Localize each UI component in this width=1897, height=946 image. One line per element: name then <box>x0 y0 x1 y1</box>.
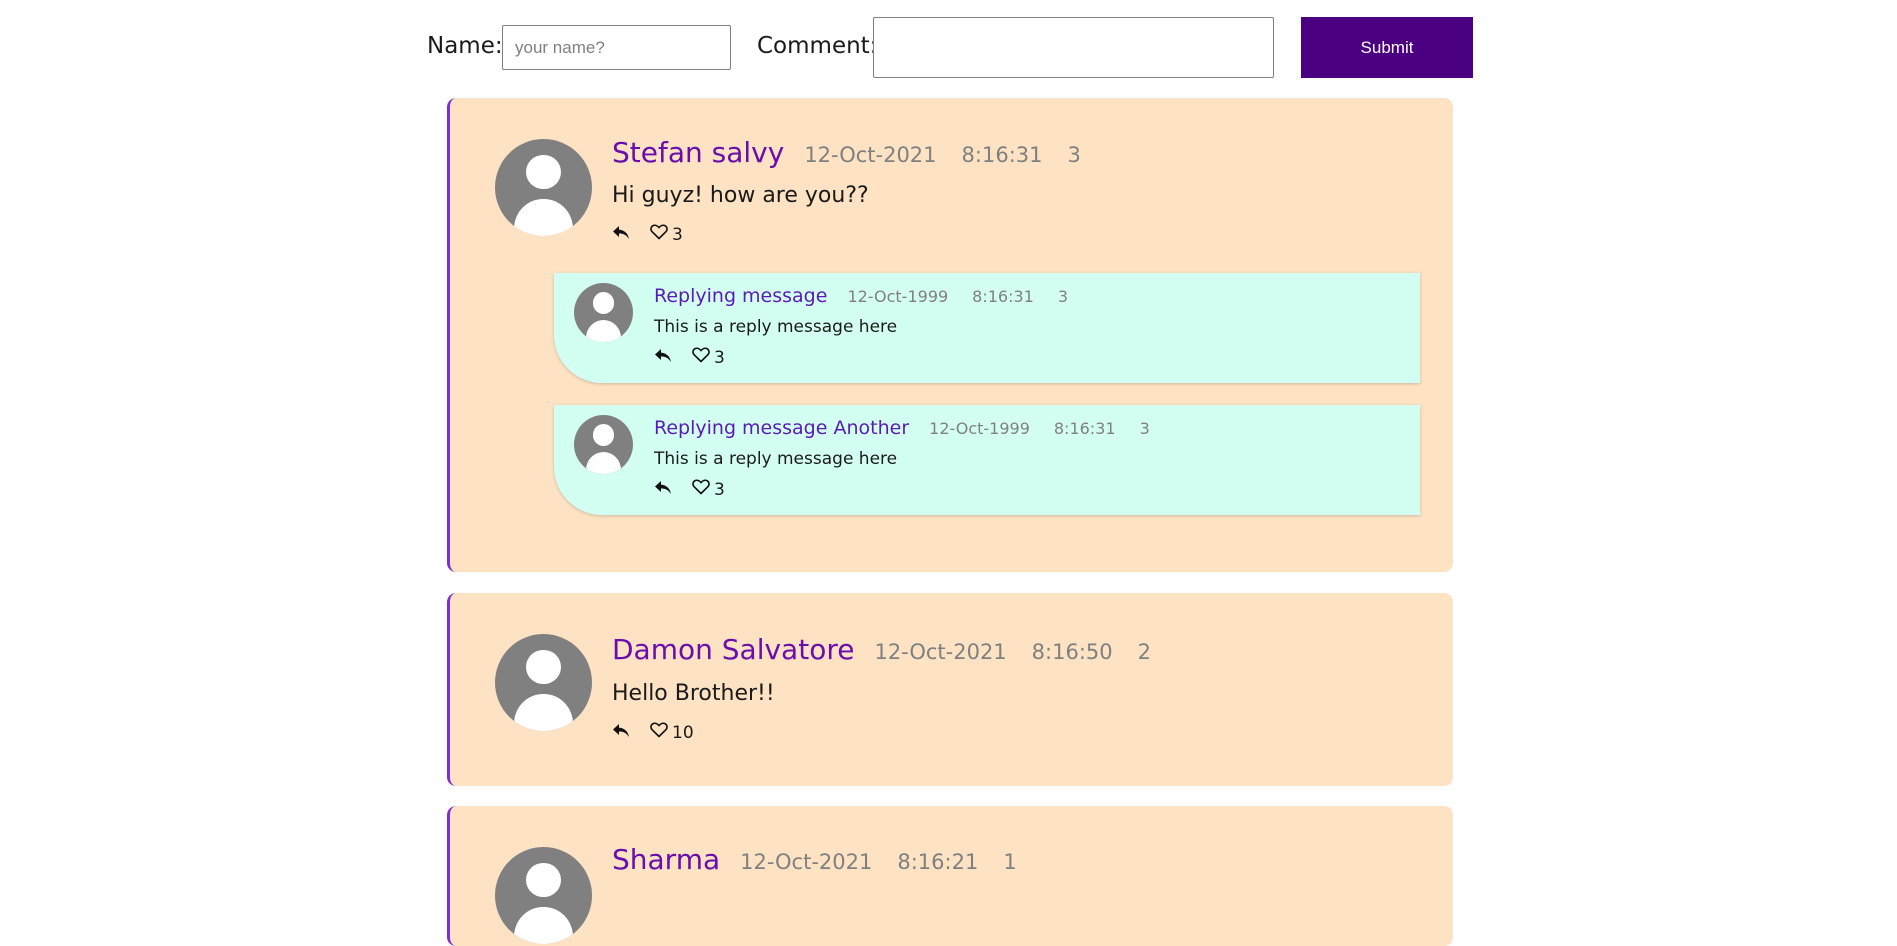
comment-date: 12-Oct-2021 <box>874 640 1007 664</box>
like-count: 3 <box>672 225 683 245</box>
reply-time: 8:16:31 <box>972 287 1034 306</box>
comment-message: Hello Brother!! <box>612 681 775 706</box>
comment-card: Stefan salvy 12-Oct-2021 8:16:31 3 Hi gu… <box>447 98 1453 572</box>
reply-count: 3 <box>1057 287 1069 306</box>
heart-outline-icon[interactable] <box>650 224 668 240</box>
heart-outline-icon[interactable] <box>692 479 710 495</box>
reply-meta: Replying message Another 12-Oct-1999 8:1… <box>654 417 1174 439</box>
reply-arrow-icon[interactable] <box>612 225 630 240</box>
reply-actions: 3 <box>654 477 725 500</box>
name-label: Name: <box>427 33 503 59</box>
reply-date: 12-Oct-1999 <box>847 287 949 306</box>
comment-card: Sharma 12-Oct-2021 8:16:21 1 <box>447 806 1453 946</box>
like-count: 3 <box>714 480 725 500</box>
heart-outline-icon[interactable] <box>692 347 710 363</box>
reply-date: 12-Oct-1999 <box>929 419 1030 438</box>
comment-actions: 3 <box>612 222 683 245</box>
comment-author: Damon Salvatore <box>612 633 855 666</box>
comment-author: Stefan salvy <box>612 136 785 169</box>
name-input[interactable] <box>502 25 731 70</box>
comment-time: 8:16:31 <box>961 143 1043 167</box>
comment-time: 8:16:21 <box>897 850 979 874</box>
comment-actions: 10 <box>612 720 694 743</box>
comment-count: 2 <box>1137 640 1152 664</box>
comment-card: Damon Salvatore 12-Oct-2021 8:16:50 2 He… <box>447 593 1453 786</box>
comment-message: Hi guyz! how are you?? <box>612 183 869 208</box>
user-avatar-icon <box>495 847 592 944</box>
reply-arrow-icon[interactable] <box>612 723 630 738</box>
reply-author: Replying message Another <box>654 417 910 439</box>
user-avatar-icon <box>574 283 633 342</box>
comment-count: 1 <box>1003 850 1017 874</box>
reply-message: This is a reply message here <box>654 317 898 337</box>
like-count: 3 <box>714 348 725 368</box>
comment-meta: Damon Salvatore 12-Oct-2021 8:16:50 2 <box>612 633 1176 666</box>
submit-button[interactable]: Submit <box>1301 17 1473 78</box>
comment-label: Comment: <box>757 33 878 59</box>
comment-date: 12-Oct-2021 <box>804 143 937 167</box>
comment-date: 12-Oct-2021 <box>740 850 873 874</box>
comment-meta: Stefan salvy 12-Oct-2021 8:16:31 3 <box>612 136 1106 169</box>
user-avatar-icon <box>574 415 633 474</box>
reply-arrow-icon[interactable] <box>654 480 672 495</box>
reply-arrow-icon[interactable] <box>654 348 672 363</box>
comment-author: Sharma <box>612 843 721 876</box>
reply-card: Replying message Another 12-Oct-1999 8:1… <box>554 405 1420 515</box>
reply-count: 3 <box>1139 419 1150 438</box>
like-count: 10 <box>672 723 694 743</box>
reply-actions: 3 <box>654 345 725 368</box>
user-avatar-icon <box>495 634 592 731</box>
comment-time: 8:16:50 <box>1031 640 1113 664</box>
reply-time: 8:16:31 <box>1053 419 1116 438</box>
heart-outline-icon[interactable] <box>650 722 668 738</box>
comment-input[interactable] <box>873 17 1274 78</box>
reply-message: This is a reply message here <box>654 449 898 469</box>
reply-card: Replying message 12-Oct-1999 8:16:31 3 T… <box>554 273 1420 383</box>
user-avatar-icon <box>495 139 592 236</box>
reply-author: Replying message <box>654 285 828 307</box>
reply-meta: Replying message 12-Oct-1999 8:16:31 3 <box>654 285 1092 307</box>
comment-meta: Sharma 12-Oct-2021 8:16:21 1 <box>612 843 1042 876</box>
comment-form: Name: Comment: Submit <box>0 0 1897 90</box>
comment-count: 3 <box>1067 143 1081 167</box>
